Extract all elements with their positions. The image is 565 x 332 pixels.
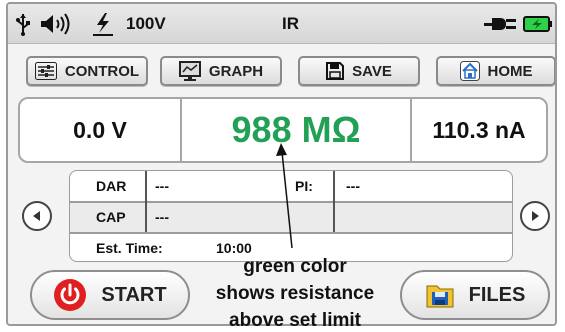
annotation-line-3: above set limit	[229, 310, 361, 331]
annotation-line-1: green color	[243, 256, 347, 277]
annotation-line-2: shows resistance	[215, 283, 375, 304]
